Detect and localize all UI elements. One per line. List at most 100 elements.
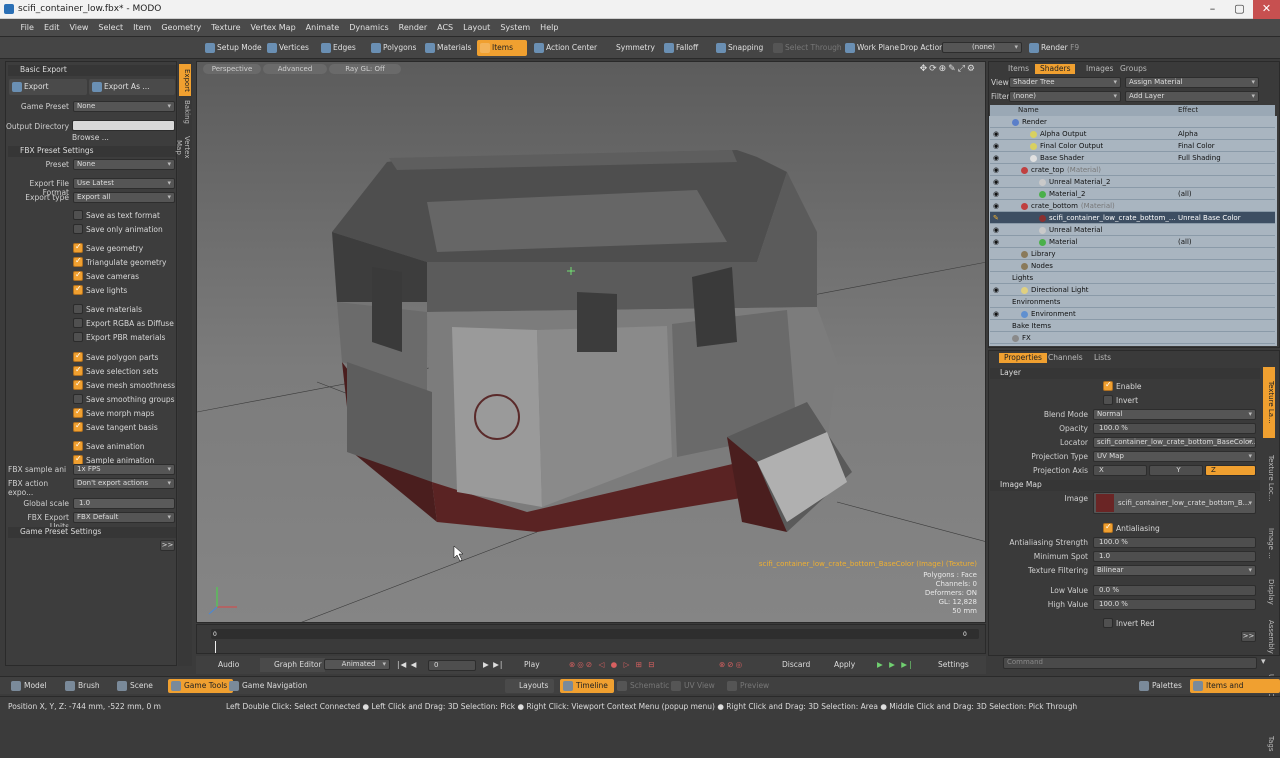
items-and-shading-tab[interactable]: Items and Shading [1190,679,1280,704]
option-checkbox[interactable] [73,284,83,295]
baking-vtab[interactable]: Baking [179,97,191,125]
visibility-eye-icon[interactable]: ◉ [993,152,999,164]
tab-properties[interactable]: Properties [999,353,1047,363]
menu-item[interactable]: Item [128,19,156,37]
option-checkbox[interactable] [73,256,83,267]
tab-groups[interactable]: Groups [1115,64,1152,74]
browse-link[interactable]: Browse ... [72,133,109,142]
menu-texture[interactable]: Texture [206,19,245,37]
menu-dynamics[interactable]: Dynamics [344,19,393,37]
shader-tree-row[interactable]: ◉ Material_2 (all) [990,188,1275,200]
tab-lists[interactable]: Lists [1089,353,1116,363]
shader-tree-row[interactable]: ◉ Unreal Material_2 [990,176,1275,188]
shader-tree-row[interactable]: Environments [990,296,1275,308]
shader-tree-row[interactable]: Lights [990,272,1275,284]
game-navigation-tab[interactable]: Game Navigation [226,679,313,693]
global-scale-input[interactable]: 1.0 [73,498,175,509]
layer-section-header[interactable]: Layer [990,368,1260,379]
symmetry-button[interactable]: Symmetry [601,40,659,56]
option-checkbox[interactable] [73,224,83,234]
high-value-input[interactable]: 100.0 % [1093,599,1256,610]
name-column-header[interactable]: Name [1018,105,1039,116]
tab-channels[interactable]: Channels [1043,353,1088,363]
option-checkbox[interactable] [73,421,83,432]
fbx-action-export-select[interactable]: Don't export actions [73,478,175,489]
export-vtab[interactable]: Export [179,64,191,96]
filter-select[interactable]: (none) [1009,91,1121,102]
timeline-playhead[interactable] [215,641,216,653]
fbx-preset-settings-header[interactable]: FBX Preset Settings [8,146,176,157]
uv-view-tab[interactable]: UV View [668,679,721,693]
shader-tree-row[interactable]: ◉ Final Color Output Final Color [990,140,1275,152]
visibility-eye-icon[interactable]: ◉ [993,308,999,320]
aa-strength-input[interactable]: 100.0 % [1093,537,1256,548]
invert-red-checkbox[interactable] [1103,618,1113,628]
menu-vertex-map[interactable]: Vertex Map [246,19,301,37]
palettes-button[interactable]: Palettes [1136,679,1188,693]
current-frame-input[interactable]: 0 [428,660,476,671]
option-checkbox[interactable] [73,379,83,390]
enable-checkbox[interactable] [1103,380,1113,391]
projection-type-select[interactable]: UV Map [1093,451,1256,462]
animated-select[interactable]: Animated [324,659,390,670]
axis-x-button[interactable]: X [1093,465,1147,476]
properties-vtab[interactable]: Texture Loc... [1263,440,1275,516]
frame-nav-forward-icons[interactable]: ▶ ▶| [480,658,506,672]
game-preset-settings-header[interactable]: Game Preset Settings [8,527,176,538]
export-file-format-select[interactable]: Use Latest [73,178,175,189]
shader-tree-row[interactable]: Render [990,116,1275,128]
visibility-eye-icon[interactable]: ◉ [993,164,999,176]
low-value-input[interactable]: 0.0 % [1093,585,1256,596]
tab-images[interactable]: Images [1081,64,1118,74]
playback-buttons[interactable]: ▶ ▶ ▶| [874,658,917,672]
settings-button[interactable]: Settings [924,658,972,672]
shader-tree-row[interactable]: Nodes [990,260,1275,272]
export-as-button[interactable]: Export As ... [89,79,175,95]
visibility-eye-icon[interactable]: ◉ [993,188,999,200]
game-preset-select[interactable]: None [73,101,175,112]
properties-vtab[interactable]: Display [1263,571,1275,612]
close-button[interactable]: ✕ [1253,0,1280,19]
option-checkbox[interactable] [73,351,83,362]
fbx-sample-rate-select[interactable]: 1x FPS [73,464,175,475]
image-select[interactable]: scifi_container_low_crate_bottom_B... [1093,492,1256,514]
audio-button[interactable]: Audio [206,658,242,672]
drop-action-select[interactable]: (none) [942,42,1022,53]
preset-select[interactable]: None [73,159,175,170]
visibility-eye-icon[interactable]: ◉ [993,236,999,248]
antialiasing-checkbox[interactable] [1103,522,1113,533]
discard-button[interactable]: Discard [770,658,813,672]
option-checkbox[interactable] [73,440,83,451]
image-map-section-header[interactable]: Image Map [990,480,1260,491]
menu-edit[interactable]: Edit [39,19,65,37]
option-checkbox[interactable] [73,304,83,314]
invert-checkbox[interactable] [1103,395,1113,405]
export-type-select[interactable]: Export all [73,192,175,203]
view-select[interactable]: Shader Tree [1009,77,1121,88]
locator-select[interactable]: scifi_container_low_crate_bottom_BaseCol… [1093,437,1256,448]
expand-panel-button[interactable]: >> [160,540,175,551]
shader-tree-row[interactable]: ◉ Environment [990,308,1275,320]
schematic-tab[interactable]: Schematic [614,679,675,693]
menu-help[interactable]: Help [535,19,563,37]
properties-vtab[interactable]: Assembly [1263,614,1275,660]
expand-properties-button[interactable]: >> [1241,631,1256,642]
vertex-map-vtab[interactable]: Vertex Map [175,127,191,167]
shader-tree-row[interactable]: Library [990,248,1275,260]
option-checkbox[interactable] [73,318,83,328]
items-button[interactable]: Items [477,40,527,56]
export-button[interactable]: Export [9,79,87,95]
option-checkbox[interactable] [73,242,83,253]
timeline[interactable]: 0 0 [196,624,986,654]
option-checkbox[interactable] [73,270,83,281]
effect-column-header[interactable]: Effect [1178,105,1198,116]
axis-y-button[interactable]: Y [1149,465,1203,476]
basic-export-header[interactable]: Basic Export [8,65,176,76]
shader-tree-row[interactable]: ◉ Directional Light [990,284,1275,296]
visibility-eye-icon[interactable]: ◉ [993,176,999,188]
falloff-button[interactable]: Falloff [661,40,702,56]
option-checkbox[interactable] [73,365,83,376]
tab-shaders[interactable]: Shaders [1035,64,1076,74]
timeline-range-bar[interactable] [211,629,979,639]
axis-z-button[interactable]: Z [1205,465,1256,476]
